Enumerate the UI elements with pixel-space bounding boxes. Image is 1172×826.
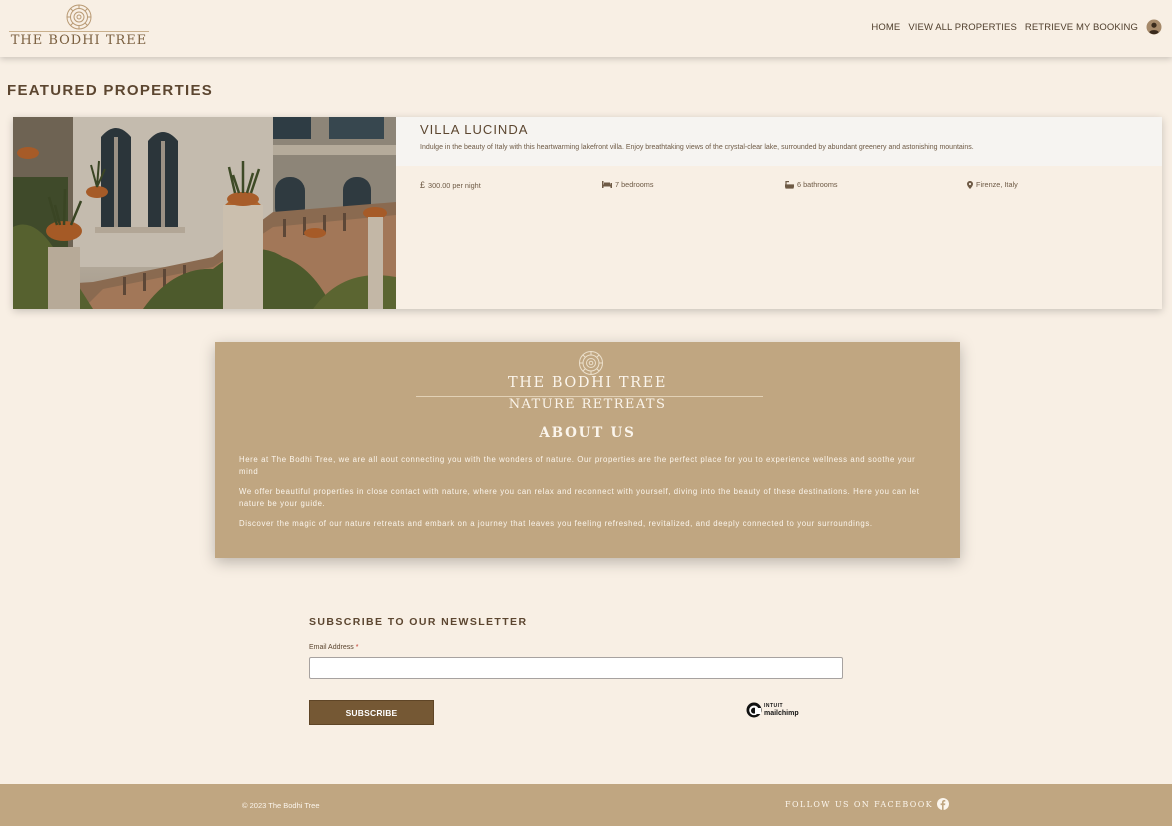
user-circle-icon[interactable]: [1146, 19, 1162, 35]
email-label-text: Email Address: [309, 644, 354, 651]
location-text: Firenze, Italy: [976, 180, 1018, 189]
property-bedrooms: 7 bedrooms: [602, 180, 654, 189]
about-brand: THE BODHI TREE: [507, 375, 668, 391]
property-card[interactable]: VILLA LUCINDA Indulge in the beauty of I…: [13, 117, 1162, 309]
about-section: THE BODHI TREE NATURE RETREATS ABOUT US …: [215, 342, 960, 558]
email-field[interactable]: [309, 657, 843, 679]
pound-icon: £: [420, 180, 426, 190]
main-nav: HOME VIEW ALL PROPERTIES RETRIEVE MY BOO…: [863, 19, 1162, 35]
bed-icon: [602, 181, 612, 188]
mandala-logo-icon: [66, 4, 92, 30]
bathrooms-text: 6 bathrooms: [797, 180, 838, 189]
email-label: Email Address *: [309, 644, 358, 651]
bedrooms-text: 7 bedrooms: [615, 180, 654, 189]
property-bathrooms: 6 bathrooms: [785, 180, 838, 189]
property-name[interactable]: VILLA LUCINDA: [420, 122, 528, 137]
about-subtitle: NATURE RETREATS: [508, 397, 667, 412]
logo-divider: [9, 31, 149, 32]
section-title: FEATURED PROPERTIES: [7, 82, 214, 99]
site-header: THE BODHI TREE HOME VIEW ALL PROPERTIES …: [0, 0, 1172, 57]
follow-text: FOLLOW US ON FACEBOOK: [785, 799, 934, 809]
bath-icon: [785, 180, 794, 189]
about-paragraph: Discover the magic of our nature retreat…: [239, 519, 873, 528]
nav-retrieve-my-booking[interactable]: RETRIEVE MY BOOKING: [1025, 22, 1138, 33]
about-paragraph: We offer beautiful properties in close c…: [239, 487, 920, 508]
property-header: VILLA LUCINDA Indulge in the beauty of I…: [396, 117, 1162, 166]
price-text: 300.00 per night: [428, 180, 481, 190]
copyright: © 2023 The Bodhi Tree: [242, 801, 320, 810]
villa-photo: [13, 117, 396, 309]
map-pin-icon: [967, 180, 973, 189]
site-footer: © 2023 The Bodhi Tree FOLLOW US ON FACEB…: [0, 784, 1172, 826]
mailchimp-icon: [746, 702, 762, 718]
property-description: Indulge in the beauty of Italy with this…: [420, 144, 974, 151]
required-mark: *: [355, 644, 359, 651]
subscribe-button[interactable]: SUBSCRIBE: [309, 700, 434, 725]
facebook-link[interactable]: FOLLOW US ON FACEBOOK: [785, 798, 950, 810]
property-location: Firenze, Italy: [967, 180, 1018, 189]
intuit-label: INTUIT: [764, 703, 784, 709]
mailchimp-badge[interactable]: INTUIT mailchimp: [746, 702, 799, 718]
nav-view-all-properties[interactable]: VIEW ALL PROPERTIES: [908, 22, 1017, 33]
mandala-logo-icon: [579, 351, 603, 375]
nav-home[interactable]: HOME: [871, 22, 900, 33]
brand-name: THE BODHI TREE: [10, 33, 148, 48]
about-title: ABOUT US: [539, 425, 636, 441]
mailchimp-label: mailchimp: [764, 710, 799, 717]
property-price: £ 300.00 per night: [420, 180, 481, 190]
newsletter-title: SUBSCRIBE TO OUR NEWSLETTER: [309, 616, 528, 628]
brand-logo[interactable]: THE BODHI TREE: [9, 3, 149, 53]
property-image[interactable]: [13, 117, 396, 309]
facebook-icon: [937, 798, 950, 810]
about-paragraph: Here at The Bodhi Tree, we are all aout …: [239, 455, 916, 476]
